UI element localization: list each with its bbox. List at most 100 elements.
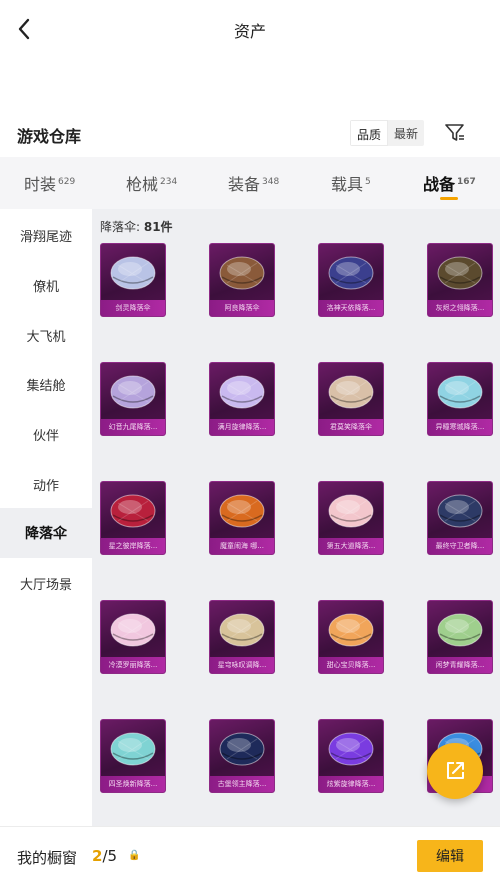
tab-label: 载具: [331, 175, 364, 194]
sort-by-newest[interactable]: 最新: [388, 120, 424, 146]
parachute-icon: [219, 732, 265, 766]
parachute-icon: [328, 732, 374, 766]
item-name: 洛神天依降落...: [319, 300, 383, 316]
parachute-icon: [437, 494, 483, 528]
lock-icon: 🔒: [128, 850, 141, 861]
item-name: 最终守卫者降...: [428, 538, 492, 554]
tab-count: 5: [365, 177, 371, 187]
item-card[interactable]: 剑灵降落伞: [100, 243, 166, 317]
item-name: 幻音九尾降落...: [101, 419, 165, 435]
item-card[interactable]: 最终守卫者降...: [427, 481, 493, 555]
item-card[interactable]: 冷漠罗丽降落...: [100, 600, 166, 674]
parachute-icon: [328, 494, 374, 528]
share-button[interactable]: [427, 743, 483, 799]
tab-label: 装备: [228, 175, 261, 194]
sort-by-quality[interactable]: 品质: [350, 120, 389, 146]
parachute-icon: [110, 494, 156, 528]
item-card[interactable]: 满月旋律降落...: [209, 362, 275, 436]
showcase-count: 2/5: [92, 847, 117, 865]
item-name: 炫紫旋律降落...: [319, 776, 383, 792]
item-name: 魔童闹海 哪...: [210, 538, 274, 554]
item-name: 古堡领主降落...: [210, 776, 274, 792]
sidebar: 滑翔尾迹 僚机 大飞机 集结舱 伙伴 动作 降落伞 大厅场景: [0, 209, 92, 826]
filter-button[interactable]: [443, 121, 469, 145]
active-tab-indicator: [440, 197, 458, 200]
sidebar-item-lobby-scene[interactable]: 大厅场景: [0, 558, 92, 608]
item-name: 甜心宝贝降落...: [319, 657, 383, 673]
item-card[interactable]: 古堡领主降落...: [209, 719, 275, 793]
item-name: 第五大道降落...: [319, 538, 383, 554]
item-card[interactable]: 阿良降落伞: [209, 243, 275, 317]
parachute-icon: [219, 494, 265, 528]
item-card[interactable]: 魔童闹海 哪...: [209, 481, 275, 555]
category-count: 81件: [143, 220, 173, 234]
category-count-label: 降落伞: 81件: [100, 218, 173, 235]
item-card[interactable]: 第五大道降落...: [318, 481, 384, 555]
item-card[interactable]: 星之彼岸降落...: [100, 481, 166, 555]
category-tabs: 时装 629 枪械 234 装备 348 载具 5 战备 167: [0, 157, 500, 209]
parachute-icon: [219, 256, 265, 290]
warehouse-title: 游戏仓库: [17, 127, 82, 146]
edit-button[interactable]: 编辑: [417, 840, 483, 872]
sort-toggle: 品质 最新: [350, 120, 425, 146]
sidebar-item-parachute[interactable]: 降落伞: [0, 508, 92, 558]
parachute-icon: [110, 256, 156, 290]
item-name: 闲梦青耀降落...: [428, 657, 492, 673]
warehouse-header: 游戏仓库 品质 最新: [0, 110, 500, 156]
category-name: 降落伞:: [100, 220, 144, 234]
item-card[interactable]: 闲梦青耀降落...: [427, 600, 493, 674]
sidebar-item-emote[interactable]: 动作: [0, 459, 92, 509]
tab-guns[interactable]: 枪械 234: [126, 171, 177, 195]
item-card[interactable]: 君莫笑降落伞: [318, 362, 384, 436]
item-grid: 降落伞: 81件 剑灵降落伞 阿良降落伞 洛神天依降落... 灰烬之翎降落... 幻音九…: [92, 209, 500, 826]
item-card[interactable]: 星穹咏叹调降...: [209, 600, 275, 674]
item-name: 冷漠罗丽降落...: [101, 657, 165, 673]
tab-fashion[interactable]: 时装 629: [24, 171, 75, 195]
item-card[interactable]: 洛神天依降落...: [318, 243, 384, 317]
parachute-icon: [328, 256, 374, 290]
sidebar-item-wingman[interactable]: 僚机: [0, 260, 92, 310]
item-card[interactable]: 甜心宝贝降落...: [318, 600, 384, 674]
item-card[interactable]: 灰烬之翎降落...: [427, 243, 493, 317]
sidebar-item-plane[interactable]: 大飞机: [0, 310, 92, 360]
item-card[interactable]: 幻音九尾降落...: [100, 362, 166, 436]
parachute-icon: [328, 613, 374, 647]
top-bar: 资产: [0, 0, 500, 58]
item-name: 剑灵降落伞: [101, 300, 165, 316]
share-icon: [447, 762, 464, 779]
item-name: 四圣焕新降落...: [101, 776, 165, 792]
parachute-icon: [110, 375, 156, 409]
item-name: 灰烬之翎降落...: [428, 300, 492, 316]
tab-label: 枪械: [126, 175, 159, 194]
sidebar-item-glide-trail[interactable]: 滑翔尾迹: [0, 210, 92, 260]
item-name: 异瞳寒城降落...: [428, 419, 492, 435]
filter-icon: [445, 124, 464, 141]
tab-battle-prep[interactable]: 战备 167: [423, 171, 476, 195]
sidebar-item-pod[interactable]: 集结舱: [0, 359, 92, 409]
tab-label: 战备: [423, 175, 456, 194]
tab-count: 234: [160, 177, 178, 187]
parachute-icon: [219, 375, 265, 409]
item-name: 星之彼岸降落...: [101, 538, 165, 554]
bottom-bar: 我的橱窗 2/5 🔒 编辑: [0, 826, 500, 885]
showcase-label: 我的橱窗: [17, 849, 78, 867]
parachute-icon: [437, 375, 483, 409]
item-card[interactable]: 异瞳寒城降落...: [427, 362, 493, 436]
tab-count: 629: [58, 177, 76, 187]
page-title: 资产: [233, 22, 266, 41]
parachute-icon: [219, 613, 265, 647]
item-name: 星穹咏叹调降...: [210, 657, 274, 673]
tab-gear[interactable]: 装备 348: [228, 171, 279, 195]
parachute-icon: [110, 732, 156, 766]
tab-count: 167: [457, 177, 476, 187]
parachute-icon: [110, 613, 156, 647]
parachute-icon: [437, 256, 483, 290]
tab-vehicles[interactable]: 载具 5: [331, 171, 371, 195]
item-card[interactable]: 炫紫旋律降落...: [318, 719, 384, 793]
showcase-current: 2: [92, 847, 103, 865]
showcase-total: /5: [102, 847, 118, 865]
item-name: 满月旋律降落...: [210, 419, 274, 435]
item-name: 君莫笑降落伞: [319, 419, 383, 435]
sidebar-item-companion[interactable]: 伙伴: [0, 409, 92, 459]
item-card[interactable]: 四圣焕新降落...: [100, 719, 166, 793]
